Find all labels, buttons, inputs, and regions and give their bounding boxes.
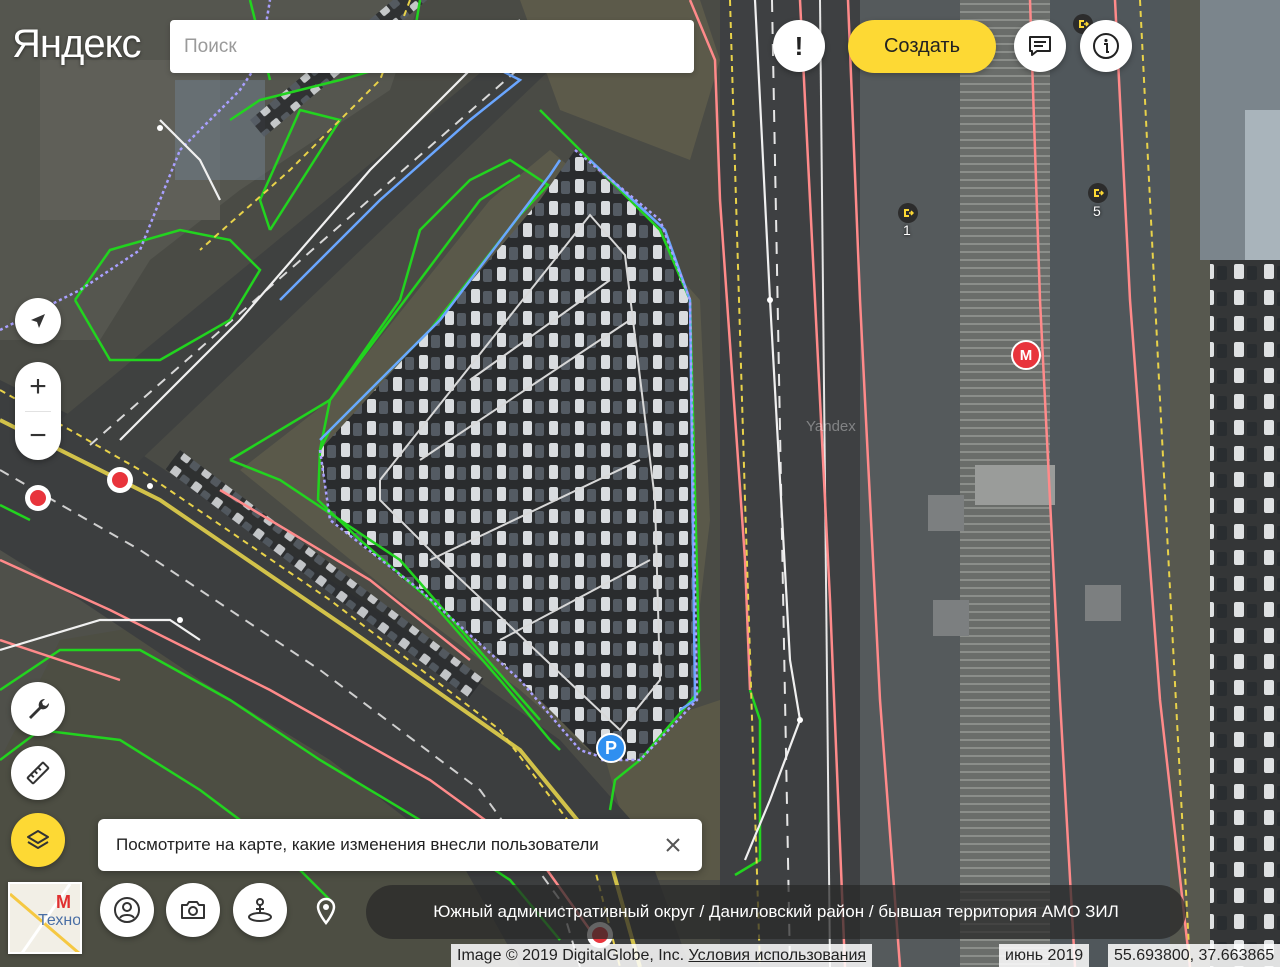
metro-exit-label: 5 [1093, 203, 1101, 219]
close-icon [666, 838, 680, 852]
zoom-control: + − [15, 362, 61, 460]
camera-icon [181, 901, 205, 919]
my-location-button[interactable] [15, 298, 61, 344]
breadcrumb[interactable]: Южный административный округ / Даниловск… [366, 885, 1186, 939]
location-arrow-icon [31, 314, 45, 328]
pin-icon [316, 897, 336, 926]
close-tooltip-button[interactable] [662, 834, 684, 856]
user-profile-button[interactable] [100, 883, 154, 937]
breadcrumb-text: Южный административный округ / Даниловск… [433, 902, 1119, 921]
panorama-icon [248, 898, 272, 922]
yandex-logo[interactable]: Яндекс [12, 22, 142, 66]
metro-letter: М [1019, 346, 1033, 364]
metro-exit-icon[interactable] [1088, 183, 1108, 203]
report-error-button[interactable]: ! [773, 20, 825, 72]
minimap[interactable]: М Техно [8, 882, 82, 954]
feedback-button[interactable] [1014, 20, 1066, 72]
minimap-metro-letter: М [56, 892, 71, 912]
imagery-date: июнь 2019 [999, 944, 1090, 967]
layers-icon [27, 830, 49, 849]
search-input[interactable] [170, 20, 694, 73]
info-icon [1093, 33, 1119, 59]
user-changes-tooltip: Посмотрите на карте, какие изменения вне… [98, 819, 702, 871]
metro-exit-label: 1 [903, 222, 911, 238]
ruler-icon [26, 761, 50, 785]
parking-letter: P [604, 737, 617, 758]
tooltip-text: Посмотрите на карте, какие изменения вне… [116, 835, 599, 854]
zoom-out-button[interactable]: − [15, 411, 61, 460]
chat-icon [1029, 36, 1051, 56]
map-watermark: Yandex [806, 418, 856, 435]
tools-button[interactable] [11, 682, 65, 736]
coordinates-readout: 55.693800, 37.663865 [1108, 944, 1280, 967]
metro-exit-icon[interactable] [898, 203, 918, 223]
photos-button[interactable] [166, 883, 220, 937]
parking-marker[interactable]: P [596, 733, 626, 763]
metro-station-marker[interactable]: М [1011, 340, 1041, 370]
imagery-credit: Image © 2019 DigitalGlobe, Inc. [457, 947, 685, 964]
pin-button[interactable] [306, 890, 346, 934]
create-button[interactable]: Создать [848, 20, 996, 73]
panorama-button[interactable] [233, 883, 287, 937]
minimap-label: Техно [38, 912, 82, 929]
exclamation-icon: ! [794, 31, 804, 61]
layers-button[interactable] [11, 813, 65, 867]
create-button-label: Создать [883, 35, 960, 57]
zoom-in-button[interactable]: + [15, 362, 61, 411]
user-icon [114, 897, 140, 923]
info-button[interactable] [1080, 20, 1132, 72]
attribution: Image © 2019 DigitalGlobe, Inc. Условия … [451, 944, 873, 967]
wrench-icon [29, 698, 50, 719]
ruler-button[interactable] [11, 746, 65, 800]
terms-link[interactable]: Условия использования [688, 947, 866, 964]
